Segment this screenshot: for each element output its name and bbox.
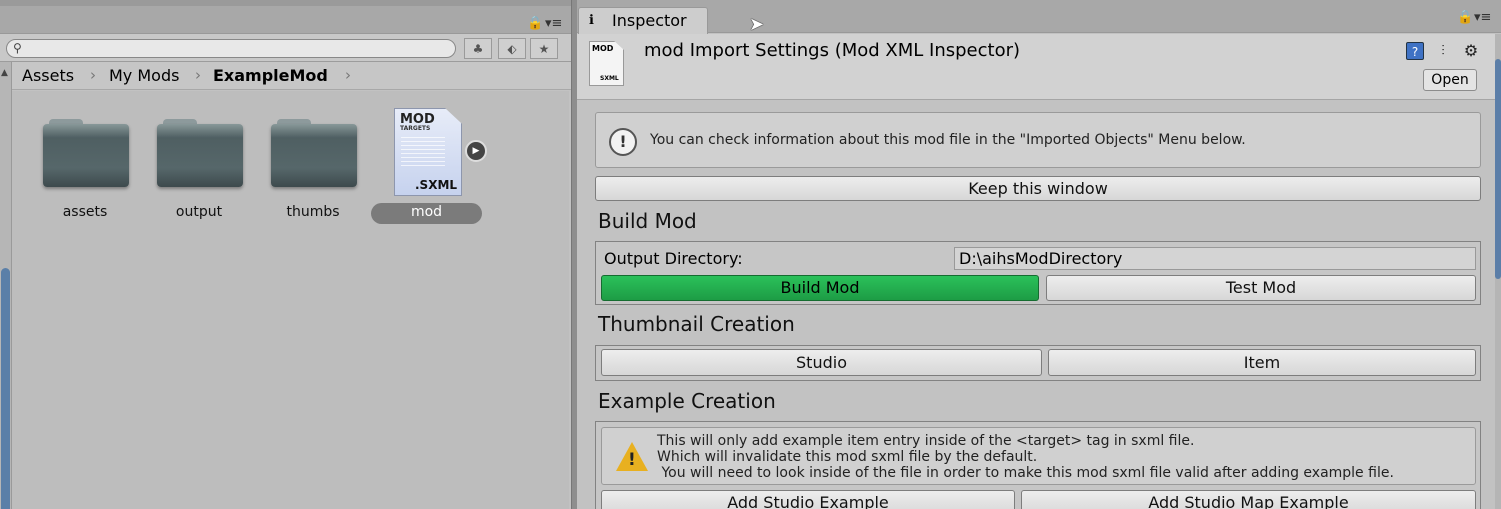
warning-line: Which will invalidate this mod sxml file…	[657, 449, 1038, 465]
asset-file-mod[interactable]: mod	[371, 203, 482, 224]
item-thumbnail-button[interactable]: Item	[1048, 349, 1476, 376]
warning-box: ! This will only add example item entry …	[601, 427, 1476, 485]
tab-inspector[interactable]: ℹ Inspector	[578, 7, 708, 34]
lock-icon[interactable]: 🔒	[527, 16, 543, 31]
studio-thumbnail-button[interactable]: Studio	[601, 349, 1042, 376]
breadcrumb-my-mods[interactable]: My Mods	[109, 66, 179, 85]
example-creation-group: ! This will only add example item entry …	[595, 421, 1481, 509]
panel-menu-icon[interactable]: ▾≡	[1474, 10, 1491, 25]
breadcrumb-examplemod[interactable]: ExampleMod	[213, 66, 328, 85]
build-mod-group: Output Directory: D:\aihsModDirectory Bu…	[595, 241, 1481, 305]
icon-text: TARGETS	[400, 125, 431, 132]
scroll-up-icon[interactable]: ▲	[1, 68, 8, 78]
panel-menu-icon[interactable]: ▾≡	[545, 16, 562, 31]
open-button[interactable]: Open	[1423, 69, 1477, 91]
chevron-right-icon: ›	[345, 66, 351, 84]
inspector-scrollbar[interactable]	[1495, 34, 1501, 509]
help-icon[interactable]: ?	[1406, 42, 1424, 60]
thumbnail-creation-group: Studio Item	[595, 345, 1481, 381]
tab-label: Inspector	[612, 11, 687, 30]
add-studio-map-example-button[interactable]: Add Studio Map Example	[1021, 490, 1476, 509]
search-icon: ⚲	[13, 41, 22, 55]
output-directory-label: Output Directory:	[604, 249, 743, 268]
info-icon: ℹ	[589, 13, 594, 28]
mouse-cursor-icon: ➤	[749, 14, 765, 35]
warning-line: This will only add example item entry in…	[657, 433, 1195, 449]
sxml-file-icon[interactable]: MOD TARGETS .SXML	[394, 108, 462, 196]
info-help-box: ! You can check information about this m…	[595, 112, 1481, 168]
inspector-panel: ℹ Inspector ➤ 🔒 ▾≡ MOD SXML mod Import S…	[577, 0, 1501, 509]
icon-text: MOD	[592, 44, 614, 53]
filter-by-label-icon[interactable]: ⬖	[498, 38, 526, 59]
scrollbar-thumb[interactable]	[1495, 59, 1501, 279]
asset-grid: assets output thumbs MOD TARGETS .SXML ▶…	[12, 91, 569, 509]
scrollbar-thumb[interactable]	[1, 268, 10, 509]
asset-label: output	[175, 204, 223, 220]
project-tab-bar: 🔒 ▾≡	[0, 6, 571, 34]
folder-tree-scrollbar[interactable]: ▲	[0, 62, 12, 509]
output-directory-field[interactable]: D:\aihsModDirectory	[954, 247, 1476, 270]
section-title-thumbnail: Thumbnail Creation	[598, 312, 795, 336]
build-mod-button[interactable]: Build Mod	[601, 275, 1039, 301]
warning-icon-mark: !	[628, 450, 636, 470]
preset-sliders-icon[interactable]: ⫶	[1434, 42, 1452, 60]
section-title-build-mod: Build Mod	[598, 209, 697, 233]
warning-line: You will need to look inside of the file…	[657, 465, 1394, 481]
expand-play-icon[interactable]: ▶	[465, 140, 487, 162]
inspector-tab-bar: ℹ Inspector ➤ 🔒 ▾≡	[577, 0, 1501, 35]
chevron-right-icon: ›	[90, 66, 96, 84]
info-text: You can check information about this mod…	[650, 132, 1246, 148]
asset-label: assets	[62, 204, 108, 220]
breadcrumb-assets[interactable]: Assets	[22, 66, 74, 85]
add-studio-example-button[interactable]: Add Studio Example	[601, 490, 1015, 509]
folder-icon	[271, 119, 357, 187]
icon-text: SXML	[600, 75, 619, 82]
inspector-title: mod Import Settings (Mod XML Inspector)	[644, 40, 1021, 61]
lock-icon[interactable]: 🔒	[1457, 10, 1473, 25]
chevron-right-icon: ›	[195, 66, 201, 84]
icon-text: .SXML	[415, 178, 458, 192]
breadcrumb: Assets › My Mods › ExampleMod ›	[12, 62, 571, 90]
project-toolbar: ⚲ ♣ ⬖ ★	[0, 34, 571, 62]
favorites-star-icon[interactable]: ★	[530, 38, 558, 59]
doc-lines	[401, 137, 445, 167]
project-panel: 🔒 ▾≡ ⚲ ♣ ⬖ ★ Assets › My Mods › ExampleM…	[0, 0, 571, 509]
filter-by-type-icon[interactable]: ♣	[464, 38, 492, 59]
folder-icon	[43, 119, 129, 187]
search-input[interactable]: ⚲	[6, 39, 456, 58]
section-title-example: Example Creation	[598, 389, 776, 413]
keep-window-button[interactable]: Keep this window	[595, 176, 1481, 201]
inspector-header: MOD SXML mod Import Settings (Mod XML In…	[577, 34, 1495, 100]
info-exclamation-icon: !	[609, 128, 637, 156]
asset-label: mod	[410, 204, 443, 220]
test-mod-button[interactable]: Test Mod	[1046, 275, 1476, 301]
folder-icon	[157, 119, 243, 187]
sxml-file-icon: MOD SXML	[589, 41, 624, 86]
asset-label: thumbs	[286, 204, 340, 220]
gear-icon[interactable]: ⚙	[1462, 42, 1480, 60]
